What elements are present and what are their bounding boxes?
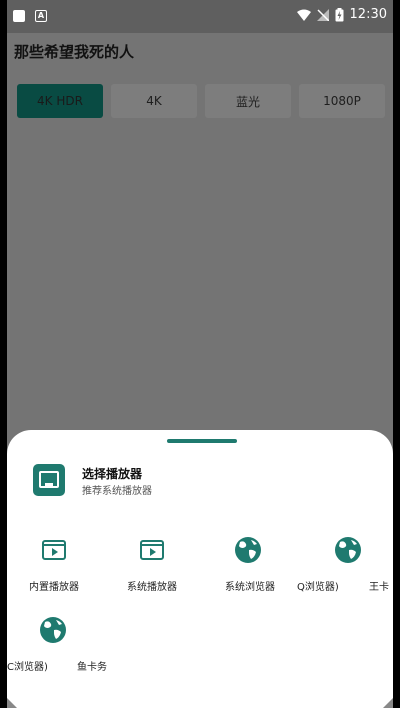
status-bar: A 12:30 — [7, 0, 393, 33]
sheet-corner — [7, 698, 17, 708]
tab-label: 1080P — [323, 94, 361, 108]
phone-screen: A 12:30 那些希望我死的人 4K HDR 4K 蓝光 1080P 选择播放… — [7, 0, 393, 708]
screen-cast-icon — [33, 464, 65, 496]
player-icon — [42, 540, 66, 560]
app-label: 王卡 — [369, 582, 389, 593]
battery-icon — [335, 7, 344, 21]
app-bar: 那些希望我死的人 — [7, 33, 393, 73]
tab-4k-hdr[interactable]: 4K HDR — [17, 84, 103, 118]
page-title: 那些希望我死的人 — [14, 43, 135, 61]
sheet-title: 选择播放器 — [82, 467, 143, 481]
app-label: 鱼卡务 — [77, 662, 107, 673]
tab-bluray[interactable]: 蓝光 — [205, 84, 291, 118]
tab-4k[interactable]: 4K — [111, 84, 197, 118]
tab-label: 4K HDR — [37, 94, 83, 108]
app-label: C浏览器) — [7, 662, 48, 673]
app-uc-browser[interactable]: C浏览器) — [7, 610, 77, 680]
player-picker-sheet: 选择播放器 推荐系统播放器 内置播放器 系统播放器 系统浏览器 Q浏览器) 王卡… — [7, 430, 393, 708]
player-icon — [140, 540, 164, 560]
globe-icon — [335, 537, 361, 563]
app-label: 系统播放器 — [127, 582, 177, 593]
clock-text: 12:30 — [349, 7, 387, 22]
notification-icon — [13, 10, 25, 22]
tab-label: 蓝光 — [235, 94, 260, 109]
tab-1080p[interactable]: 1080P — [299, 84, 385, 118]
drag-handle[interactable] — [167, 439, 237, 443]
sheet-corner — [383, 698, 393, 708]
sheet-subtitle: 推荐系统播放器 — [82, 486, 152, 497]
app-label: 系统浏览器 — [225, 582, 275, 593]
app-wangka[interactable]: 王卡 — [369, 530, 393, 600]
app-builtin-player[interactable]: 内置播放器 — [7, 530, 103, 600]
wifi-icon — [296, 9, 311, 21]
app-system-browser[interactable]: 系统浏览器 — [207, 530, 303, 600]
app-yuka[interactable]: 鱼卡务 — [77, 610, 117, 680]
notification-letter-icon: A — [35, 10, 47, 22]
quality-tabs: 4K HDR 4K 蓝光 1080P — [17, 84, 385, 118]
globe-icon — [40, 617, 66, 643]
app-label: Q浏览器) — [297, 582, 339, 593]
tab-label: 4K — [146, 94, 162, 108]
app-system-player[interactable]: 系统播放器 — [107, 530, 203, 600]
globe-icon — [235, 537, 261, 563]
no-signal-icon — [316, 8, 329, 21]
app-label: 内置播放器 — [29, 582, 79, 593]
app-qq-browser[interactable]: Q浏览器) — [297, 530, 367, 600]
